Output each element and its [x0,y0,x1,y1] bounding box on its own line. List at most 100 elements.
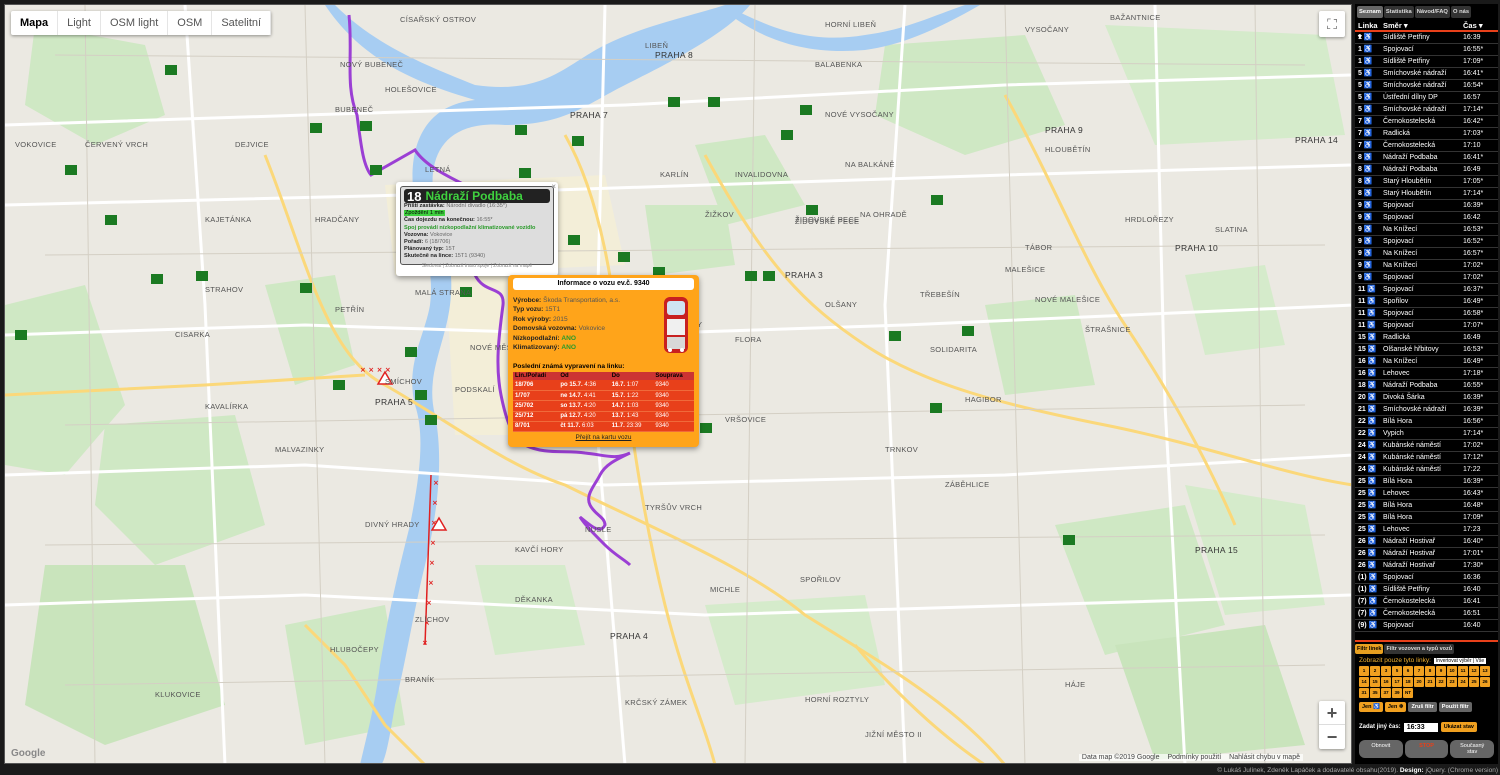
zoom-out-button[interactable]: − [1319,725,1345,749]
departure-row[interactable]: 25 ♿ Lehovec 17:23 [1355,524,1498,536]
departure-row[interactable]: 7 ♿ Černokostelecká 17:10 [1355,140,1498,152]
line-chip[interactable]: 3 [1381,666,1391,676]
line-chip[interactable]: 12 [1469,666,1479,676]
sort-time-header[interactable]: Čas ▾ [1463,20,1495,30]
departure-row[interactable]: 24 ♿ Kubánské náměstí 17:12* [1355,452,1498,464]
line-chip[interactable]: 14 [1359,677,1369,687]
line-chip[interactable]: 5 [1392,666,1402,676]
departure-row[interactable]: 25 ♿ Bílá Hora 17:09* [1355,512,1498,524]
vehicle-card-link[interactable]: Přejít na kartu vozu [513,434,694,441]
departure-row[interactable]: 26 ♿ Nádraží Hostivař 16:40* [1355,536,1498,548]
map-type-osm[interactable]: OSM [168,11,213,35]
line-chip[interactable]: 2 [1370,666,1380,676]
departure-row[interactable]: 24 ♿ Kubánské náměstí 17:02* [1355,440,1498,452]
line-chip[interactable]: 7 [1414,666,1424,676]
line-chip[interactable]: 6 [1403,666,1413,676]
map-type-osm-light[interactable]: OSM light [101,11,169,35]
report-error-link[interactable]: Nahlásit chybu v mapě [1229,754,1300,761]
departure-row[interactable]: 9 ♿ Spojovací 16:39* [1355,200,1498,212]
tab-list[interactable]: Seznam [1357,6,1383,18]
departure-row[interactable]: 15 ♿ Olšanské hřbitovy 16:53* [1355,344,1498,356]
line-chip[interactable]: 35 [1370,688,1380,698]
line-chip[interactable]: 10 [1447,666,1457,676]
departure-row[interactable]: 9 ♿ Na Knížecí 16:53* [1355,224,1498,236]
line-chip[interactable]: 37 [1381,688,1391,698]
departure-row[interactable]: 22 ♿ Vypich 17:14* [1355,428,1498,440]
departure-row[interactable]: 9 ♿ Spojovací 17:02* [1355,272,1498,284]
departure-row[interactable]: 11 ♿ Spořilov 16:49* [1355,296,1498,308]
departure-row[interactable]: 8 ♿ Starý Hloubětín 17:05* [1355,176,1498,188]
departure-row[interactable]: 1 ♿ Spojovací 16:55* [1355,44,1498,56]
departure-row[interactable]: 5 ♿ Smíchovské nádraží 17:14* [1355,104,1498,116]
line-chip[interactable]: 17 [1392,677,1402,687]
line-chip[interactable]: 13 [1480,666,1490,676]
line-chip[interactable]: NT [1403,688,1413,698]
departure-row[interactable]: (9) ♿ Spojovací 16:40 [1355,620,1498,632]
sort-line-header[interactable]: Linka ▾ [1355,20,1383,41]
refresh-button[interactable]: Obnovit [1359,740,1403,758]
departure-row[interactable]: (1) ♿ Spojovací 16:36 [1355,572,1498,584]
popup-footer-links[interactable]: Sledovat | Zobrazit trasu spoje | Zobraz… [404,263,550,269]
line-chip[interactable]: 11 [1458,666,1468,676]
departure-row[interactable]: 26 ♿ Nádraží Hostivař 17:30* [1355,560,1498,572]
map-type-satellite[interactable]: Satelitní [212,11,272,35]
line-chip[interactable]: 1 [1359,666,1369,676]
line-chip[interactable]: 24 [1458,677,1468,687]
departure-row[interactable]: 9 ♿ Na Knížecí 17:02* [1355,260,1498,272]
close-icon[interactable]: × [551,182,556,191]
departure-row[interactable]: 26 ♿ Nádraží Hostivař 17:01* [1355,548,1498,560]
line-chip[interactable]: 20 [1414,677,1424,687]
sort-direction-header[interactable]: Směr ▾ [1383,20,1463,30]
line-chip[interactable]: 23 [1447,677,1457,687]
line-chip[interactable]: 18 [1403,677,1413,687]
departure-row[interactable]: 5 ♿ Smíchovské nádraží 16:41* [1355,68,1498,80]
line-chip[interactable]: 25 [1469,677,1479,687]
departure-row[interactable]: 5 ♿ Smíchovské nádraží 16:54* [1355,80,1498,92]
line-chip[interactable]: 8 [1425,666,1435,676]
line-chip[interactable]: 15 [1370,677,1380,687]
line-chip[interactable]: 39 [1392,688,1402,698]
departure-row[interactable]: 16 ♿ Na Knížecí 16:49* [1355,356,1498,368]
departure-row[interactable]: 8 ♿ Starý Hloubětín 17:14* [1355,188,1498,200]
departure-row[interactable]: 8 ♿ Nádraží Podbaba 16:49 [1355,164,1498,176]
line-chip[interactable]: 22 [1436,677,1446,687]
departure-row[interactable]: 5 ♿ Ústřední dílny DP 16:57 [1355,92,1498,104]
departure-row[interactable]: 11 ♿ Spojovací 16:37* [1355,284,1498,296]
departure-row[interactable]: 9 ♿ Na Knížecí 16:57* [1355,248,1498,260]
map-type-mapa[interactable]: Mapa [11,11,59,35]
time-input[interactable]: 16:33 [1403,722,1438,732]
departure-row[interactable]: (7) ♿ Černokostelecká 16:51 [1355,608,1498,620]
terms-link[interactable]: Podmínky použití [1167,754,1221,761]
departure-row[interactable]: 7 ♿ Radlická 17:03* [1355,128,1498,140]
departure-row[interactable]: 25 ♿ Bílá Hora 16:39* [1355,476,1498,488]
fullscreen-icon[interactable]: ⛶ [1319,11,1345,37]
history-line[interactable]: 1/707 [515,393,530,399]
tab-line-filter[interactable]: Filtr linek [1355,644,1384,654]
actual-value[interactable]: 15T1 (9340) [455,253,485,259]
line-chip[interactable]: 31 [1359,688,1369,698]
departure-row[interactable]: 22 ♿ Bílá Hora 16:56* [1355,416,1498,428]
departure-row[interactable]: 1 ♿ Sídliště Petřiny 16:39 [1355,32,1498,44]
departure-row[interactable]: 20 ♿ Divoká Šárka 16:39* [1355,392,1498,404]
wheelchair-only-button[interactable]: Jen ♿ [1359,702,1383,712]
stop-button[interactable]: STOP [1404,740,1449,758]
tab-depot-filter[interactable]: Filtr vozoven a typů vozů [1384,644,1455,654]
line-chip[interactable]: 21 [1425,677,1435,687]
departure-row[interactable]: 9 ♿ Spojovací 16:52* [1355,236,1498,248]
tab-faq[interactable]: Návod/FAQ [1414,6,1450,18]
filter-select-links[interactable]: Invertovat výběr | Vše [1433,657,1487,664]
departure-row[interactable]: 7 ♿ Černokostelecká 16:42* [1355,116,1498,128]
line-chip[interactable]: 26 [1480,677,1490,687]
departure-row[interactable]: 25 ♿ Lehovec 16:43* [1355,488,1498,500]
departure-row[interactable]: 1 ♿ Sídliště Petřiny 17:09* [1355,56,1498,68]
departure-row[interactable]: (1) ♿ Sídliště Petřiny 16:40 [1355,584,1498,596]
departure-row[interactable]: 25 ♿ Bílá Hora 16:48* [1355,500,1498,512]
departure-row[interactable]: 16 ♿ Lehovec 17:18* [1355,368,1498,380]
departure-row[interactable]: 18 ♿ Nádraží Podbaba 16:55* [1355,380,1498,392]
map-type-light[interactable]: Light [58,11,101,35]
zoom-in-button[interactable]: + [1319,701,1345,725]
ac-only-button[interactable]: Jen ❄ [1384,702,1407,712]
line-chip[interactable]: 9 [1436,666,1446,676]
reset-filter-button[interactable]: Zruš filtr [1408,702,1437,712]
departure-row[interactable]: 8 ♿ Nádraží Podbaba 16:41* [1355,152,1498,164]
